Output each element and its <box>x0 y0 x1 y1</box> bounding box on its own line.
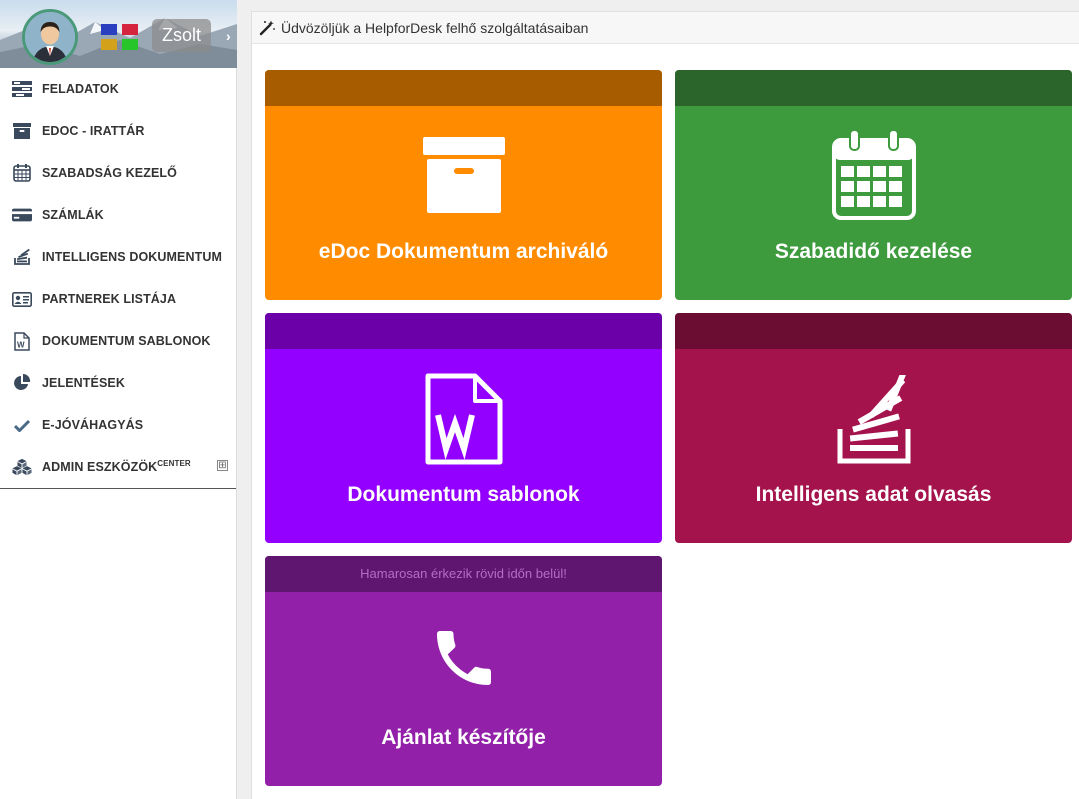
tile-szabadido-kezelese[interactable]: Szabadidő kezelése <box>675 70 1072 300</box>
tile-title: Ajánlat készítője <box>381 726 546 749</box>
pie-chart-icon <box>12 373 32 393</box>
sidebar-item-e-jovahagyas[interactable]: E-JÓVÁHAGYÁS <box>0 404 236 446</box>
calendar-icon <box>675 130 1072 220</box>
tile-title: Szabadidő kezelése <box>774 240 973 263</box>
calendar-icon <box>12 163 32 183</box>
archive-box-icon <box>265 137 662 213</box>
tile-header-band <box>675 313 1072 349</box>
magic-wand-icon <box>259 20 275 35</box>
sidebar-item-jelentesek[interactable]: JELENTÉSEK <box>0 362 236 404</box>
checkmark-icon <box>12 415 32 435</box>
contact-card-icon <box>12 289 32 309</box>
page-title: Üdvözöljük a HelpforDesk felhő szolgálta… <box>281 19 589 36</box>
sidebar-item-label: PARTNEREK LISTÁJA <box>42 292 177 306</box>
apps-grid-icon[interactable] <box>101 24 139 50</box>
profile-header: Zsolt › <box>0 0 237 68</box>
sidebar-item-label: ADMIN ESZKÖZÖKCENTER <box>42 459 191 474</box>
sidebar-item-label: EDOC - IRATTÁR <box>42 124 145 138</box>
phone-icon <box>265 622 662 694</box>
username-button[interactable]: Zsolt <box>152 19 211 52</box>
sidebar-item-label: JELENTÉSEK <box>42 376 125 390</box>
main-menu: FELADATOK EDOC - IRATTÁR SZABADSÁG KEZEL… <box>0 68 236 489</box>
tile-header-band <box>265 70 662 106</box>
center-superscript: CENTER <box>157 459 191 469</box>
tile-dokumentum-sablonok[interactable]: Dokumentum sablonok <box>265 313 662 543</box>
sidebar-item-label: SZABADSÁG KEZELŐ <box>42 166 177 180</box>
sidebar-item-label: E-JÓVÁHAGYÁS <box>42 418 144 432</box>
avatar[interactable] <box>22 9 78 65</box>
tile-edoc-archivalo[interactable]: eDoc Dokumentum archiváló <box>265 70 662 300</box>
sidebar-item-label: SZÁMLÁK <box>42 208 104 222</box>
sidebar-item-admin-eszkozok[interactable]: ADMIN ESZKÖZÖKCENTER ⊞ <box>0 446 236 488</box>
stack-icon <box>12 247 32 267</box>
archive-box-icon <box>12 121 32 141</box>
cubes-icon <box>12 457 32 477</box>
tile-title: Dokumentum sablonok <box>347 483 580 506</box>
main-panel: Üdvözöljük a HelpforDesk felhő szolgálta… <box>251 11 1079 799</box>
sidebar-item-szamlak[interactable]: SZÁMLÁK <box>0 194 236 236</box>
expand-plus-icon[interactable]: ⊞ <box>217 460 228 471</box>
tile-title: eDoc Dokumentum archiváló <box>318 240 609 263</box>
sidebar-item-intelligens-dokumentum[interactable]: INTELLIGENS DOKUMENTUM <box>0 236 236 278</box>
coming-soon-band: Hamarosan érkezik rövid időn belül! <box>265 556 662 592</box>
word-file-icon: W <box>12 331 32 351</box>
sidebar-item-dokumentum-sablonok[interactable]: W DOKUMENTUM SABLONOK <box>0 320 236 362</box>
admin-label-text: ADMIN ESZKÖZÖK <box>42 460 158 475</box>
stack-icon <box>675 375 1072 465</box>
panel-header: Üdvözöljük a HelpforDesk felhő szolgálta… <box>252 12 1079 44</box>
tile-header-band <box>675 70 1072 106</box>
sidebar-item-feladatok[interactable]: FELADATOK <box>0 68 236 110</box>
sidebar-item-label: DOKUMENTUM SABLONOK <box>42 334 211 348</box>
tile-header-band <box>265 313 662 349</box>
user-avatar-icon <box>25 12 75 62</box>
credit-card-icon <box>12 205 32 225</box>
sidebar-item-szabadsag-kezelo[interactable]: SZABADSÁG KEZELŐ <box>0 152 236 194</box>
tile-title: Intelligens adat olvasás <box>755 483 992 506</box>
tile-intelligens-adat-olvasas[interactable]: Intelligens adat olvasás <box>675 313 1072 543</box>
tile-ajanlat-keszitoje[interactable]: Hamarosan érkezik rövid időn belül! Aján… <box>265 556 662 786</box>
sidebar: Zsolt › FELADATOK EDOC - IRATTÁR SZABADS… <box>0 0 237 799</box>
sidebar-item-label: INTELLIGENS DOKUMENTUM <box>42 250 222 264</box>
chevron-right-icon[interactable]: › <box>226 28 231 44</box>
svg-text:W: W <box>17 340 25 349</box>
tasks-list-icon <box>12 79 32 99</box>
word-file-icon <box>265 373 662 465</box>
sidebar-item-label: FELADATOK <box>42 82 119 96</box>
sidebar-item-edoc-irattar[interactable]: EDOC - IRATTÁR <box>0 110 236 152</box>
sidebar-item-partnerek-listaja[interactable]: PARTNEREK LISTÁJA <box>0 278 236 320</box>
